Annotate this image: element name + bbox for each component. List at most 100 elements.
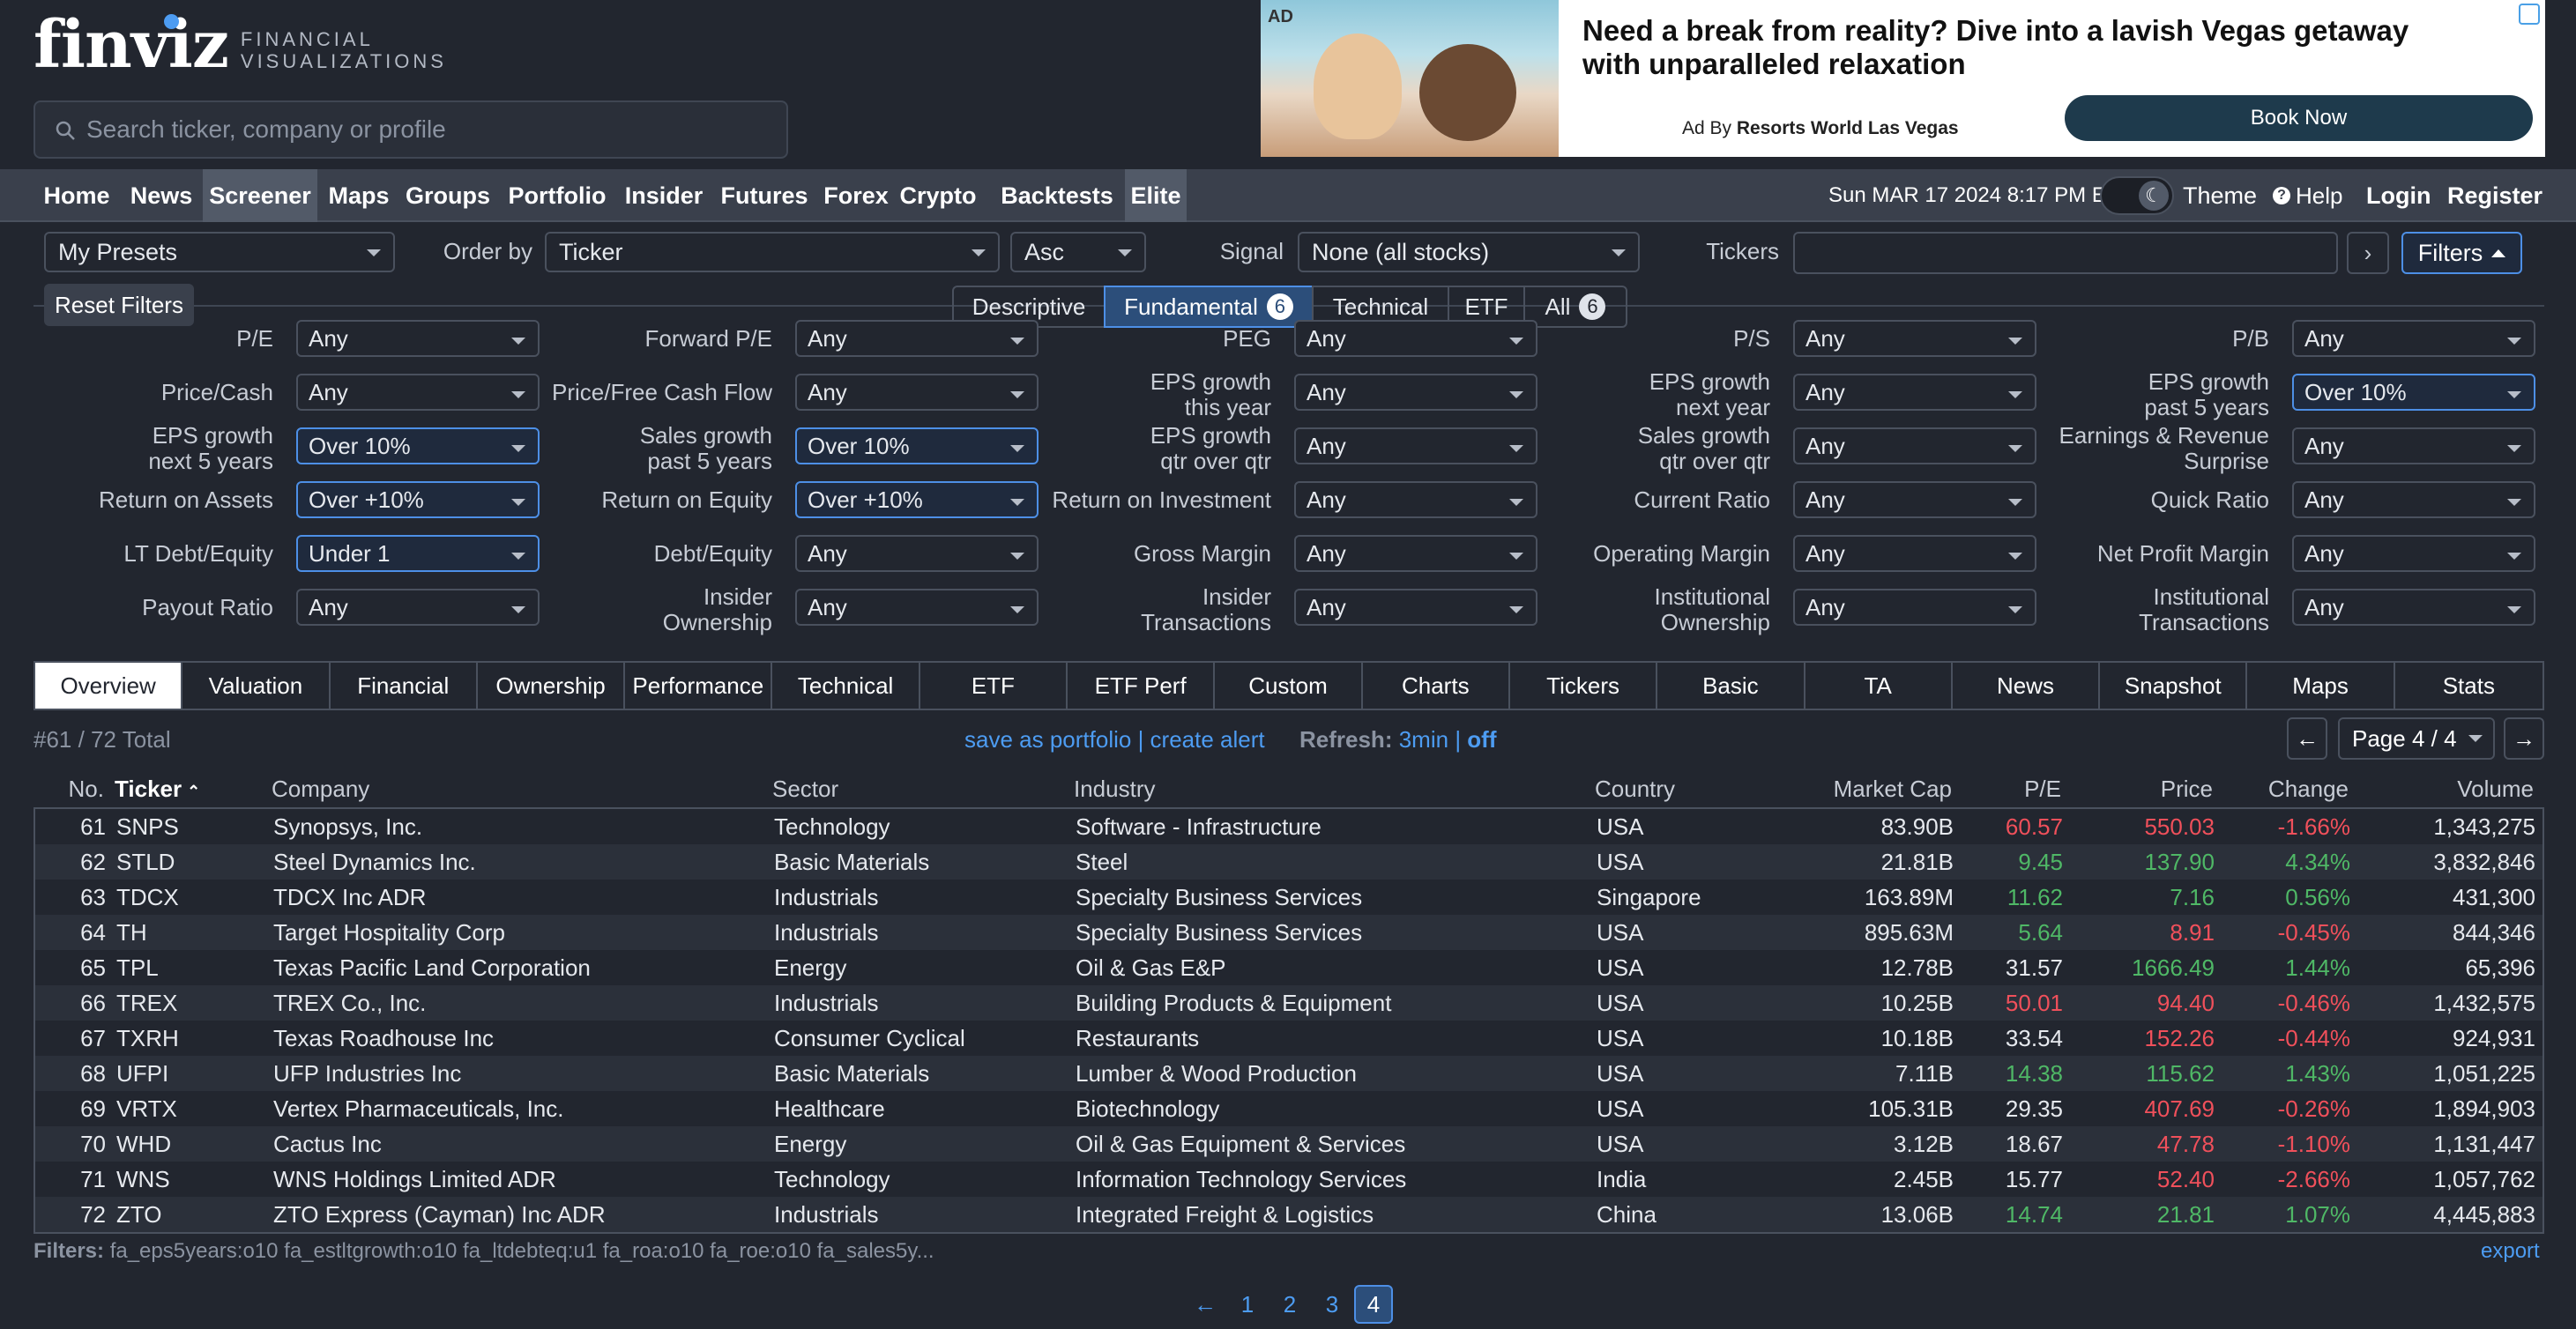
filter-select[interactable]: Any [296, 320, 540, 357]
login-link[interactable]: Login [2366, 169, 2431, 222]
nav-home[interactable]: Home [34, 169, 120, 222]
col-header-price[interactable]: Price [2081, 776, 2213, 803]
view-tab-overview[interactable]: Overview [35, 663, 183, 709]
view-tab-charts[interactable]: Charts [1363, 663, 1510, 709]
filter-select[interactable]: Any [2292, 427, 2535, 464]
table-row[interactable]: 70 WHD Cactus Inc Energy Oil & Gas Equipment… [35, 1126, 2542, 1162]
view-tab-ownership[interactable]: Ownership [478, 663, 626, 709]
view-tab-performance[interactable]: Performance [625, 663, 773, 709]
theme-toggle[interactable]: ☾ [2100, 176, 2174, 215]
refresh-interval-link[interactable]: 3min [1399, 726, 1448, 753]
view-tab-etf[interactable]: ETF [920, 663, 1068, 709]
tab-fundamental[interactable]: Fundamental 6 [1104, 286, 1314, 328]
filter-select[interactable]: Any [1294, 589, 1537, 626]
cell-ticker[interactable]: ZTO [116, 1197, 257, 1232]
col-header-market-cap[interactable]: Market Cap [1763, 776, 1952, 803]
page-link-2[interactable]: 2 [1277, 1285, 1303, 1324]
cell-ticker[interactable]: WHD [116, 1126, 257, 1162]
cell-ticker[interactable]: STLD [116, 844, 257, 880]
filter-select[interactable]: Any [1294, 481, 1537, 518]
table-row[interactable]: 71 WNS WNS Holdings Limited ADR Technology I… [35, 1162, 2542, 1197]
order-by-select[interactable]: Ticker [545, 232, 1000, 272]
reset-filters-button[interactable]: Reset Filters [44, 284, 194, 326]
view-tab-custom[interactable]: Custom [1215, 663, 1363, 709]
table-row[interactable]: 68 UFPI UFP Industries Inc Basic Materials L… [35, 1056, 2542, 1091]
nav-portfolio[interactable]: Portfolio [499, 169, 615, 222]
filter-select[interactable]: Any [795, 535, 1039, 572]
view-tab-stats[interactable]: Stats [2395, 663, 2542, 709]
nav-crypto[interactable]: Crypto [896, 169, 980, 222]
pagination-prev[interactable]: ← [1188, 1285, 1222, 1324]
view-tab-tickers[interactable]: Tickers [1510, 663, 1658, 709]
filter-select[interactable]: Over 10% [296, 427, 540, 464]
filter-select[interactable]: Under 1 [296, 535, 540, 572]
col-header-company[interactable]: Company [272, 776, 369, 803]
filters-toggle-button[interactable]: Filters [2401, 232, 2522, 274]
table-row[interactable]: 61 SNPS Synopsys, Inc. Technology Software -… [35, 809, 2542, 844]
filter-select[interactable]: Over +10% [296, 481, 540, 518]
filter-select[interactable]: Over +10% [795, 481, 1039, 518]
table-row[interactable]: 63 TDCX TDCX Inc ADR Industrials Specialty B… [35, 880, 2542, 915]
nav-groups[interactable]: Groups [402, 169, 494, 222]
col-header-ticker[interactable]: Ticker ⌃ [115, 776, 200, 803]
filter-select[interactable]: Any [1294, 535, 1537, 572]
cell-ticker[interactable]: TPL [116, 950, 257, 985]
nav-forex[interactable]: Forex [822, 169, 890, 222]
prev-page-button[interactable]: ← [2287, 717, 2327, 760]
filter-select[interactable]: Any [296, 374, 540, 411]
view-tab-basic[interactable]: Basic [1657, 663, 1805, 709]
filter-select[interactable]: Any [1294, 427, 1537, 464]
nav-screener[interactable]: Screener [203, 169, 317, 222]
view-tab-ta[interactable]: TA [1805, 663, 1953, 709]
filter-select[interactable]: Over 10% [795, 427, 1039, 464]
table-row[interactable]: 72 ZTO ZTO Express (Cayman) Inc ADR Industr… [35, 1197, 2542, 1232]
page-select[interactable]: Page 4 / 4 [2338, 717, 2495, 760]
table-row[interactable]: 64 TH Target Hospitality Corp Industrials Sp… [35, 915, 2542, 950]
col-header-industry[interactable]: Industry [1074, 776, 1156, 803]
cell-ticker[interactable]: SNPS [116, 809, 257, 844]
create-alert-link[interactable]: create alert [1150, 726, 1265, 753]
cell-ticker[interactable]: TXRH [116, 1021, 257, 1056]
export-link[interactable]: export [2481, 1239, 2540, 1264]
col-header-country[interactable]: Country [1595, 776, 1675, 803]
register-link[interactable]: Register [2447, 169, 2542, 222]
tickers-submit-button[interactable]: › [2347, 232, 2389, 274]
view-tab-technical[interactable]: Technical [772, 663, 920, 709]
view-tab-financial[interactable]: Financial [331, 663, 478, 709]
col-header-change[interactable]: Change [2222, 776, 2349, 803]
col-header-sector[interactable]: Sector [772, 776, 838, 803]
table-row[interactable]: 67 TXRH Texas Roadhouse Inc Consumer Cyclic… [35, 1021, 2542, 1056]
ad-choices-icon[interactable] [2519, 4, 2540, 25]
cell-ticker[interactable]: UFPI [116, 1056, 257, 1091]
cell-ticker[interactable]: TH [116, 915, 257, 950]
filter-select[interactable]: Any [1793, 427, 2036, 464]
finviz-logo[interactable]: finviz FINANCIAL VISUALIZATIONS [34, 5, 447, 85]
save-as-portfolio-link[interactable]: save as portfolio [964, 726, 1131, 753]
nav-futures[interactable]: Futures [712, 169, 816, 222]
table-row[interactable]: 62 STLD Steel Dynamics Inc. Basic Materials… [35, 844, 2542, 880]
filter-select[interactable]: Any [1294, 374, 1537, 411]
view-tab-snapshot[interactable]: Snapshot [2100, 663, 2248, 709]
page-link-3[interactable]: 3 [1319, 1285, 1345, 1324]
table-row[interactable]: 69 VRTX Vertex Pharmaceuticals, Inc. Health… [35, 1091, 2542, 1126]
filter-select[interactable]: Any [2292, 535, 2535, 572]
next-page-button[interactable]: → [2504, 717, 2544, 760]
signal-select[interactable]: None (all stocks) [1298, 232, 1640, 272]
filter-select[interactable]: Any [795, 374, 1039, 411]
tab-all[interactable]: All 6 [1523, 286, 1627, 328]
nav-backtests[interactable]: Backtests [986, 169, 1128, 222]
view-tab-etf-perf[interactable]: ETF Perf [1068, 663, 1216, 709]
filter-select[interactable]: Any [2292, 320, 2535, 357]
table-row[interactable]: 66 TREX TREX Co., Inc. Industrials Building … [35, 985, 2542, 1021]
ad-book-now-button[interactable]: Book Now [2065, 95, 2533, 141]
view-tab-valuation[interactable]: Valuation [182, 663, 331, 709]
col-header-pe[interactable]: P/E [1966, 776, 2061, 803]
theme-label[interactable]: Theme [2183, 169, 2257, 222]
ad-headline[interactable]: Need a break from reality? Dive into a l… [1582, 14, 2473, 81]
refresh-off-link[interactable]: off [1467, 726, 1496, 753]
nav-insider[interactable]: Insider [621, 169, 707, 222]
tickers-input[interactable] [1793, 232, 2338, 274]
filter-select[interactable]: Any [296, 589, 540, 626]
filter-select[interactable]: Any [1793, 535, 2036, 572]
cell-ticker[interactable]: TDCX [116, 880, 257, 915]
